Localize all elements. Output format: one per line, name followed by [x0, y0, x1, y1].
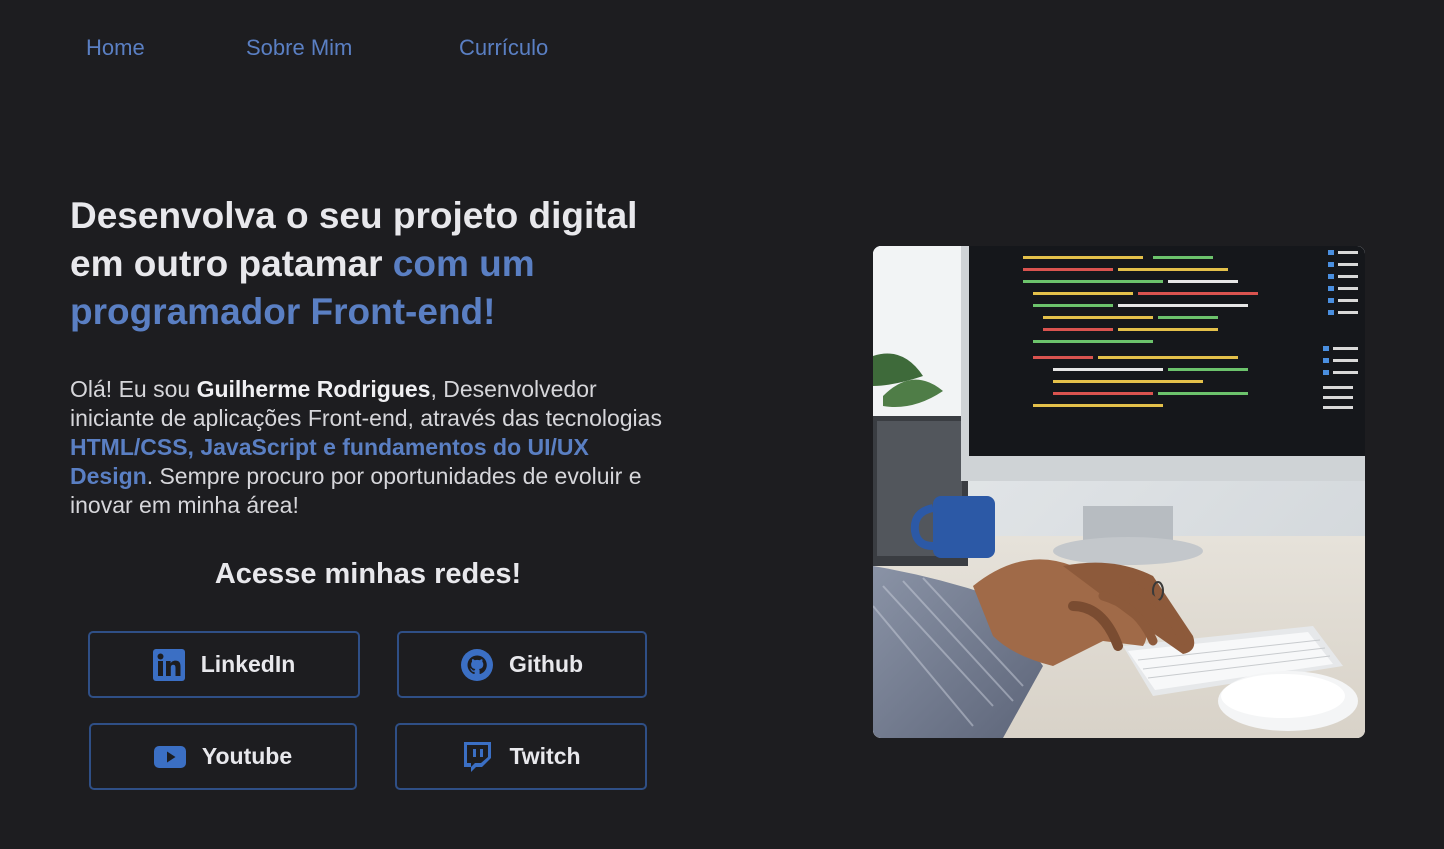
- intro-text-end: . Sempre procuro por oportunidades de ev…: [70, 463, 642, 518]
- linkedin-label: LinkedIn: [200, 651, 296, 677]
- intro-name: Guilherme Rodrigues: [196, 376, 431, 402]
- github-label: Github: [508, 651, 584, 677]
- nav-link-about[interactable]: Sobre Mim: [246, 32, 459, 64]
- github-button[interactable]: Github: [397, 631, 647, 698]
- twitch-button[interactable]: Twitch: [395, 723, 647, 790]
- hero-title: Desenvolva o seu projeto digital em outr…: [70, 192, 670, 336]
- nav-link-home[interactable]: Home: [86, 32, 246, 64]
- social-title: Acesse minhas redes!: [214, 558, 522, 590]
- linkedin-button[interactable]: LinkedIn: [88, 631, 360, 698]
- youtube-button[interactable]: Youtube: [89, 723, 357, 790]
- main-nav: Home Sobre Mim Currículo: [86, 32, 548, 64]
- github-icon: [460, 648, 493, 681]
- twitch-label: Twitch: [509, 743, 581, 769]
- intro-paragraph: Olá! Eu sou Guilherme Rodrigues, Desenvo…: [70, 375, 670, 520]
- developer-workspace-image: [873, 246, 1365, 738]
- hero-title-main: Desenvolva o seu projeto digital em outr…: [70, 195, 638, 284]
- linkedin-icon: [152, 648, 185, 681]
- youtube-icon: [153, 745, 186, 768]
- twitch-icon: [464, 741, 492, 772]
- nav-link-resume[interactable]: Currículo: [459, 32, 548, 64]
- intro-text-start: Olá! Eu sou: [70, 376, 197, 402]
- youtube-label: Youtube: [201, 743, 293, 769]
- hero-photo-developer: [873, 246, 1365, 738]
